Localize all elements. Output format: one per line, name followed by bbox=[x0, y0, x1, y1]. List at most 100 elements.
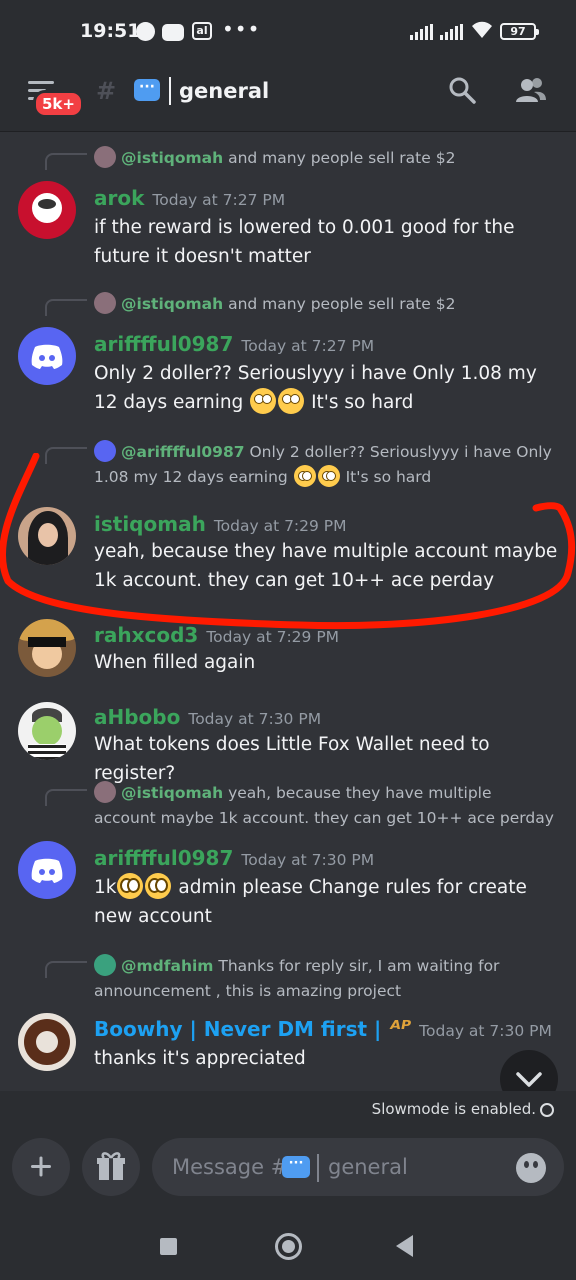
unread-badge[interactable]: 5k+ bbox=[33, 90, 84, 118]
reply-mention[interactable]: @istiqomah bbox=[121, 784, 223, 802]
reply-preview[interactable]: @istiqomah yeah, because they have multi… bbox=[94, 781, 554, 831]
app-notification-icon: al bbox=[192, 22, 212, 40]
channel-header: 5k+ # ··· general bbox=[0, 62, 576, 132]
reply-avatar bbox=[94, 292, 116, 314]
facebook-icon bbox=[136, 22, 155, 41]
reply-mention[interactable]: @mdfahim bbox=[121, 957, 213, 975]
author-name[interactable]: arifffful0987 bbox=[94, 846, 233, 870]
reply-text: and many people sell rate $2 bbox=[223, 295, 456, 313]
reply-mention[interactable]: @arifffful0987 bbox=[121, 443, 245, 461]
reply-mention[interactable]: @istiqomah bbox=[121, 295, 223, 313]
discord-app: 19:51 al ••• 97 5k+ # ··· general @istiq… bbox=[0, 0, 576, 1280]
speech-bubble-icon: ··· bbox=[134, 79, 160, 101]
recents-button[interactable] bbox=[160, 1238, 177, 1255]
reply-preview[interactable]: @arifffful0987 Only 2 doller?? Seriously… bbox=[94, 440, 554, 490]
message-author[interactable]: arifffful0987 Today at 7:27 PM bbox=[94, 332, 374, 356]
reply-preview[interactable]: @mdfahim Thanks for reply sir, I am wait… bbox=[94, 954, 554, 1004]
message-text: When filled again bbox=[94, 652, 256, 673]
reply-spine bbox=[45, 299, 87, 316]
input-placeholder: Message # bbox=[172, 1155, 289, 1179]
flushed-emoji-icon bbox=[145, 873, 172, 899]
message-author[interactable]: aHbobo Today at 7:30 PM bbox=[94, 705, 321, 729]
avatar[interactable] bbox=[18, 327, 76, 385]
avatar[interactable] bbox=[18, 619, 76, 677]
placeholder-separator bbox=[317, 1154, 319, 1182]
message-text: thanks it's appreciated bbox=[94, 1048, 306, 1069]
discord-notification-icon bbox=[162, 24, 184, 41]
message-text-part: It's so hard bbox=[305, 392, 414, 413]
author-name[interactable]: arok bbox=[94, 186, 144, 210]
reply-spine bbox=[45, 789, 87, 806]
locked-thread-icon: # bbox=[96, 77, 117, 105]
more-notifications-icon: ••• bbox=[222, 17, 261, 41]
status-bar: 19:51 al ••• 97 bbox=[0, 0, 576, 62]
message-list[interactable]: @istiqomah and many people sell rate $2 … bbox=[0, 133, 576, 1091]
gift-button[interactable] bbox=[82, 1138, 140, 1196]
discord-logo-icon bbox=[31, 344, 63, 369]
wifi-icon bbox=[472, 21, 492, 38]
rolling-eyes-emoji-icon bbox=[278, 388, 305, 414]
reply-spine bbox=[45, 961, 87, 978]
message-input[interactable]: Message # ··· general bbox=[152, 1138, 564, 1196]
message-timestamp: Today at 7:29 PM bbox=[213, 517, 347, 535]
home-button[interactable] bbox=[275, 1233, 302, 1260]
message-timestamp: Today at 7:30 PM bbox=[188, 710, 322, 728]
reply-avatar bbox=[94, 440, 116, 462]
author-name[interactable]: Boowhy | Never DM first | bbox=[94, 1017, 388, 1041]
message-timestamp: Today at 7:29 PM bbox=[206, 628, 340, 646]
search-icon[interactable] bbox=[448, 76, 476, 104]
author-name[interactable]: rahxcod3 bbox=[94, 623, 198, 647]
reply-preview[interactable]: @istiqomah and many people sell rate $2 bbox=[94, 146, 455, 171]
rolling-eyes-emoji-icon bbox=[293, 465, 316, 487]
speech-bubble-icon: ··· bbox=[282, 1156, 310, 1178]
reply-avatar bbox=[94, 781, 116, 803]
message-timestamp: Today at 7:30 PM bbox=[419, 1022, 552, 1040]
author-name[interactable]: aHbobo bbox=[94, 705, 180, 729]
avatar[interactable] bbox=[18, 841, 76, 899]
message-text: Only 2 doller?? Seriouslyyy i have Only … bbox=[94, 359, 564, 417]
avatar[interactable] bbox=[18, 507, 76, 565]
channel-separator bbox=[169, 77, 171, 105]
message-text: What tokens does Little Fox Wallet need … bbox=[94, 734, 490, 784]
reply-mention[interactable]: @istiqomah bbox=[121, 149, 223, 167]
slowmode-bar: Slowmode is enabled. bbox=[0, 1091, 576, 1126]
reply-preview[interactable]: @istiqomah and many people sell rate $2 bbox=[94, 292, 455, 317]
clock: 19:51 bbox=[80, 20, 141, 42]
message-timestamp: Today at 7:27 PM bbox=[241, 337, 375, 355]
emoji-picker-icon[interactable] bbox=[516, 1153, 546, 1183]
avatar[interactable] bbox=[18, 702, 76, 760]
avatar[interactable] bbox=[18, 1013, 76, 1071]
reply-spine bbox=[45, 447, 87, 464]
battery-icon: 97 bbox=[500, 23, 539, 40]
clock-icon bbox=[540, 1103, 554, 1117]
signal-icon-2 bbox=[440, 24, 463, 40]
reply-text: and many people sell rate $2 bbox=[223, 149, 456, 167]
message-author[interactable]: arok Today at 7:27 PM bbox=[94, 186, 285, 210]
message-composer: Message # ··· general bbox=[0, 1126, 576, 1216]
message-author[interactable]: rahxcod3 Today at 7:29 PM bbox=[94, 623, 339, 647]
reply-spine bbox=[45, 153, 87, 170]
slowmode-text: Slowmode is enabled. bbox=[371, 1100, 536, 1118]
channel-title[interactable]: general bbox=[179, 79, 269, 103]
discord-logo-icon bbox=[31, 858, 63, 883]
add-attachment-button[interactable] bbox=[12, 1138, 70, 1196]
input-channel-name: general bbox=[328, 1155, 408, 1179]
message-text: yeah, because they have multiple account… bbox=[94, 541, 558, 591]
message-text: if the reward is lowered to 0.001 good f… bbox=[94, 217, 515, 267]
back-button[interactable] bbox=[396, 1235, 413, 1257]
avatar[interactable] bbox=[18, 181, 76, 239]
message-author[interactable]: istiqomah Today at 7:29 PM bbox=[94, 512, 347, 536]
message-timestamp: Today at 7:30 PM bbox=[241, 851, 375, 869]
message-author[interactable]: Boowhy | Never DM first | ᴬᴾ Today at 7:3… bbox=[94, 1017, 552, 1042]
author-name[interactable]: arifffful0987 bbox=[94, 332, 233, 356]
message-author[interactable]: arifffful0987 Today at 7:30 PM bbox=[94, 846, 374, 870]
message-text-part: 1k bbox=[94, 877, 117, 898]
rolling-eyes-emoji-icon bbox=[250, 388, 277, 414]
author-name[interactable]: istiqomah bbox=[94, 512, 206, 536]
message-timestamp: Today at 7:27 PM bbox=[152, 191, 286, 209]
flushed-emoji-icon bbox=[117, 873, 144, 899]
message-text: 1k admin please Change rules for create … bbox=[94, 873, 564, 931]
reply-text: It's so hard bbox=[340, 468, 432, 486]
members-icon[interactable] bbox=[514, 76, 548, 104]
reply-avatar bbox=[94, 954, 116, 976]
